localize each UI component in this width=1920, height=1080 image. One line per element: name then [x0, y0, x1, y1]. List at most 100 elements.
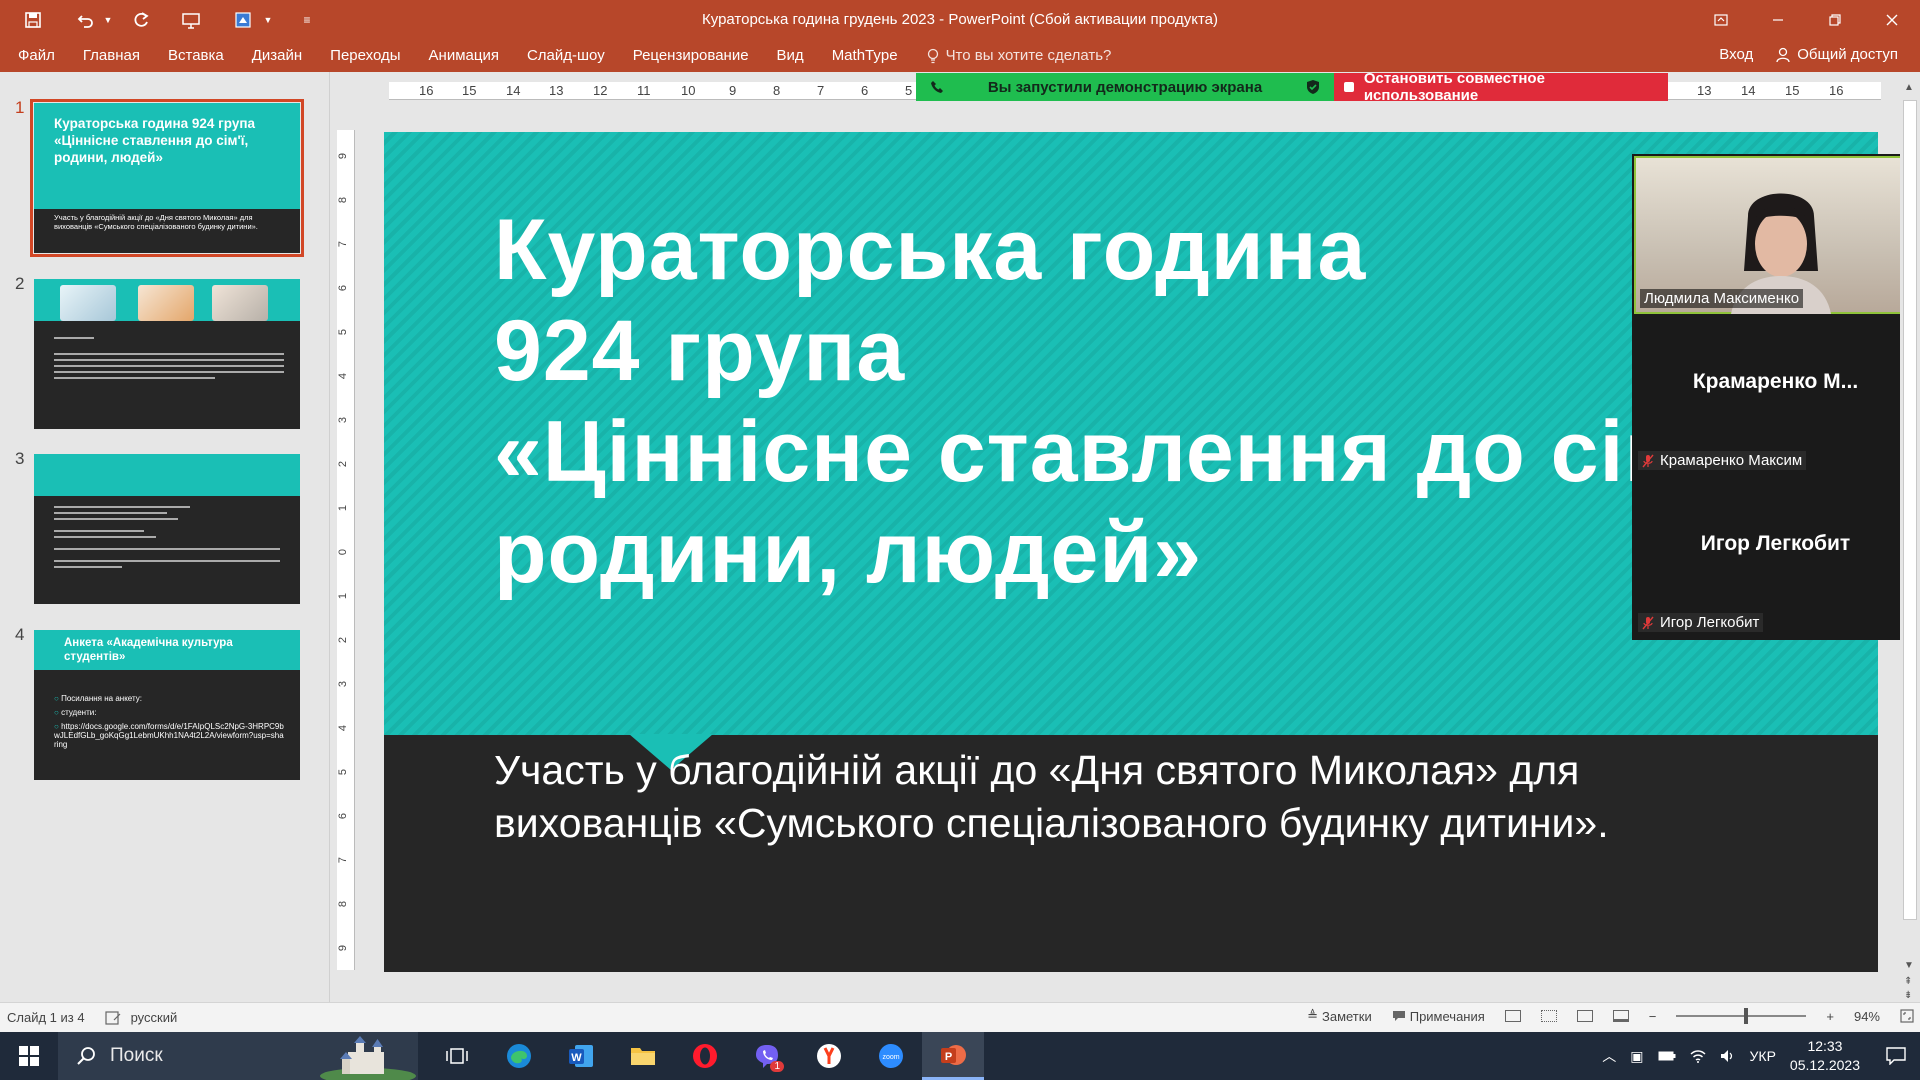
title-bar: ▼ ▼ ≡ Кураторська година грудень 2023 - … [0, 0, 1920, 40]
normal-view-icon[interactable] [1504, 1010, 1521, 1022]
next-slide-icon[interactable]: ⇟ [1904, 990, 1912, 1001]
slide-title[interactable]: Кураторська година 924 група «Ціннісне с… [494, 200, 1689, 604]
input-language[interactable]: УКР [1750, 1048, 1776, 1064]
zoom-app-label: zoom [882, 1054, 899, 1061]
slide-thumbnail-4[interactable]: Анкета «Академічна культура студентів» П… [34, 630, 300, 780]
slide-thumbnail-3[interactable] [34, 454, 300, 604]
phone-icon [931, 81, 943, 93]
word-icon[interactable]: W [550, 1032, 612, 1080]
participant-video-tile[interactable]: Людмила Максименко [1634, 156, 1917, 314]
participant-video-tile[interactable]: Крамаренко М... Крамаренко Максим [1634, 316, 1917, 474]
comments-button[interactable]: Примечания [1392, 1009, 1485, 1024]
search-icon [77, 1047, 95, 1065]
thumbnail-number: 4 [15, 625, 25, 644]
screen-share-bar: Вы запустили демонстрацию экрана Останов… [916, 70, 1668, 104]
notes-button[interactable]: ≜ Заметки [1307, 1008, 1372, 1024]
slide-thumbnail-pane: 1 Кураторська година 924 група «Ціннісне… [0, 72, 330, 1002]
system-tray: ︿ ▣ УКР 12:33 05.12.2023 [1602, 1032, 1920, 1080]
ruler-label: 0 [337, 548, 350, 556]
ruler-label: 14 [506, 83, 521, 98]
fit-to-window-icon[interactable] [1900, 1009, 1914, 1023]
tab-slideshow[interactable]: Слайд-шоу [513, 47, 619, 64]
scroll-up-icon[interactable]: ▲ [1904, 82, 1914, 93]
share-button[interactable]: Общий доступ [1775, 46, 1898, 63]
ruler-label: 15 [462, 83, 477, 98]
powerpoint-icon[interactable]: P [922, 1032, 984, 1080]
opera-browser-icon[interactable] [674, 1032, 736, 1080]
tell-me-search[interactable]: Что вы хотите сделать? [912, 47, 1111, 64]
participant-video-tile[interactable]: Игор Легкобит Игор Легкобит [1634, 478, 1917, 636]
ruler-label: 5 [337, 328, 350, 336]
zoom-slider[interactable] [1676, 1008, 1807, 1024]
yandex-browser-icon[interactable] [798, 1032, 860, 1080]
tab-animations[interactable]: Анимация [415, 47, 513, 64]
slide-title-line: Кураторська година [494, 202, 1367, 298]
person-icon [1776, 47, 1790, 62]
minimize-icon[interactable] [1749, 0, 1806, 40]
thumbnail-photo [138, 285, 194, 321]
zoom-in-icon[interactable]: + [1826, 1009, 1834, 1024]
scrollbar-thumb[interactable] [1903, 100, 1917, 920]
tab-view[interactable]: Вид [763, 47, 818, 64]
ruler-label: 14 [1741, 83, 1756, 98]
ruler-label: 9 [729, 83, 737, 98]
zoom-app-icon[interactable]: zoom [860, 1032, 922, 1080]
ribbon-tabs: Файл Главная Вставка Дизайн Переходы Ани… [0, 40, 1920, 72]
tab-review[interactable]: Рецензирование [619, 47, 763, 64]
language-indicator[interactable]: русский [131, 1010, 178, 1025]
slideshow-view-icon[interactable] [1612, 1010, 1629, 1022]
slide-thumbnail-1[interactable]: Кураторська година 924 група «Ціннісне с… [30, 99, 304, 257]
slide-counter: Слайд 1 из 4 [7, 1010, 85, 1025]
slide-sorter-icon[interactable] [1540, 1010, 1557, 1022]
notifications-icon[interactable] [1886, 1047, 1906, 1065]
screen-share-status[interactable]: Вы запустили демонстрацию экрана [916, 73, 1334, 101]
sign-in-link[interactable]: Вход [1719, 46, 1753, 63]
participant-name-label: Крамаренко Максим [1638, 451, 1807, 470]
tab-insert[interactable]: Вставка [154, 47, 238, 64]
stop-share-button[interactable]: Остановить совместное использование [1334, 70, 1668, 104]
start-button[interactable] [0, 1032, 58, 1080]
volume-icon[interactable] [1720, 1049, 1736, 1063]
tab-home[interactable]: Главная [69, 47, 154, 64]
notes-icon: ≜ [1307, 1008, 1318, 1023]
task-view-icon[interactable] [426, 1032, 488, 1080]
ruler-label: 10 [681, 83, 696, 98]
slide-subtitle[interactable]: Участь у благодійній акції до «Дня свято… [494, 744, 1774, 850]
tab-file[interactable]: Файл [0, 47, 69, 64]
edge-browser-icon[interactable] [488, 1032, 550, 1080]
zoom-level[interactable]: 94% [1854, 1009, 1880, 1024]
ruler-label: 7 [337, 240, 350, 248]
thumbnail-number: 3 [15, 449, 25, 468]
window-title: Кураторська година грудень 2023 - PowerP… [702, 11, 1218, 28]
file-explorer-icon[interactable] [612, 1032, 674, 1080]
spellcheck-icon[interactable] [104, 1010, 121, 1025]
battery-icon[interactable] [1658, 1051, 1676, 1061]
shield-check-icon [1307, 80, 1319, 94]
thumbnail-bullet: студенти: [54, 708, 286, 717]
vertical-scrollbar[interactable]: ▲ ▼ ⇞ ⇟ [1900, 80, 1920, 1002]
ruler-label: 9 [337, 152, 350, 160]
svg-text:P: P [945, 1051, 952, 1063]
ruler-label: 7 [337, 856, 350, 864]
restore-icon[interactable] [1806, 0, 1863, 40]
lightbulb-icon [927, 48, 938, 63]
viber-icon[interactable]: 1 [736, 1032, 798, 1080]
zoom-slider-knob[interactable] [1744, 1008, 1749, 1024]
wifi-icon[interactable] [1690, 1049, 1706, 1063]
slide-thumbnail-2[interactable] [34, 279, 300, 429]
reading-view-icon[interactable] [1576, 1010, 1593, 1022]
comment-icon [1392, 1011, 1405, 1021]
scroll-down-icon[interactable]: ▼ [1904, 960, 1914, 971]
previous-slide-icon[interactable]: ⇞ [1904, 976, 1912, 987]
meet-now-icon[interactable]: ▣ [1630, 1048, 1643, 1065]
close-icon[interactable] [1863, 0, 1920, 40]
tab-mathtype[interactable]: MathType [818, 47, 912, 64]
zoom-out-icon[interactable]: − [1649, 1009, 1657, 1024]
chevron-up-icon[interactable]: ︿ [1602, 1046, 1616, 1066]
tab-design[interactable]: Дизайн [238, 47, 316, 64]
participant-name: Людмила Максименко [1644, 290, 1800, 307]
ribbon-display-options-icon[interactable] [1692, 0, 1749, 40]
clock[interactable]: 12:33 05.12.2023 [1790, 1037, 1860, 1075]
clock-time: 12:33 [1807, 1038, 1843, 1054]
tab-transitions[interactable]: Переходы [316, 47, 414, 64]
